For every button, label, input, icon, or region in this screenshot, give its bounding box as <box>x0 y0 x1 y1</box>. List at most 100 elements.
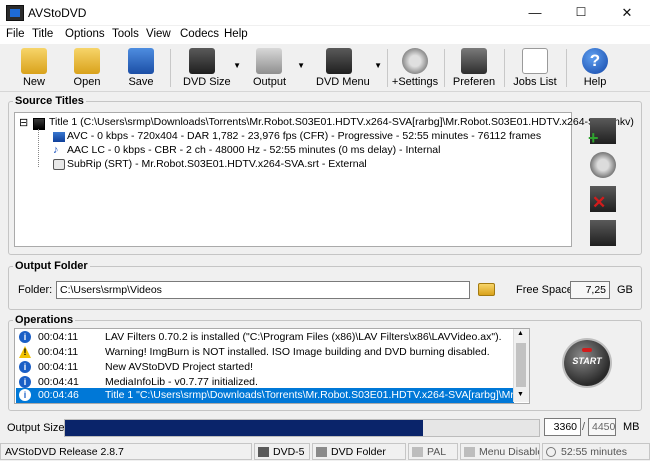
status-duration: 52:55 minutes <box>542 443 650 460</box>
status-menu: Menu Disabled <box>460 443 540 460</box>
browse-folder-button[interactable] <box>478 283 495 296</box>
dvd-size-button[interactable]: ▼ DVD Size <box>175 45 243 91</box>
chevron-down-icon: ▼ <box>233 61 241 70</box>
log-row-selected[interactable]: i 00:04:46 Title 1 "C:\Users\srmp\Downlo… <box>16 388 529 403</box>
menu-help[interactable]: Help <box>224 28 248 40</box>
status-video-standard: PAL <box>408 443 458 460</box>
tree-title-item[interactable]: Title 1 (C:\Users\srmp\Downloads\Torrent… <box>49 116 634 128</box>
menu-icon <box>464 447 475 457</box>
plus-icon: + <box>588 128 599 148</box>
free-space-value: 7,25 <box>570 281 610 299</box>
menu-tools[interactable]: Tools <box>112 28 139 40</box>
output-button[interactable]: ▼ Output <box>245 45 307 91</box>
info-icon: i <box>19 331 31 343</box>
info-icon: i <box>19 361 31 373</box>
scroll-thumb[interactable] <box>516 343 526 387</box>
dvd-size-icon <box>189 48 215 74</box>
tree-connector <box>38 129 40 167</box>
folder-drive-icon <box>316 447 327 457</box>
log-row: i 00:04:11 New AVStoDVD Project started! <box>16 360 514 375</box>
toolbar-separator <box>504 49 505 87</box>
new-button[interactable]: New <box>12 45 56 91</box>
remove-title-button[interactable]: ✕ <box>590 186 616 212</box>
dvd-menu-icon <box>326 48 352 74</box>
toolbar-separator <box>170 49 171 87</box>
toolbar: New Open Save ▼ DVD Size ▼ Output ▼ DVD … <box>0 45 650 92</box>
menu-file[interactable]: File <box>6 28 25 40</box>
warning-icon: ! <box>19 346 31 358</box>
tv-icon <box>412 447 423 457</box>
tree-subtitle-item[interactable]: SubRip (SRT) - Mr.Robot.S03E01.HDTV.x264… <box>67 158 367 170</box>
source-titles-label: Source Titles <box>13 95 86 107</box>
help-button[interactable]: ? Help <box>572 45 618 91</box>
output-size-fill <box>65 420 423 436</box>
output-size-bar <box>64 419 540 437</box>
operations-log[interactable]: i 00:04:11 LAV Filters 0.70.2 is install… <box>14 328 530 404</box>
preferences-button[interactable]: Preferen <box>448 45 500 91</box>
title-bar: AVStoDVD — ☐ ✕ <box>0 0 650 25</box>
toolbar-separator <box>444 49 445 87</box>
tree-expander-icon[interactable]: ⊟ <box>19 116 28 129</box>
title-settings-button[interactable] <box>590 152 616 178</box>
start-button[interactable]: START <box>564 340 610 386</box>
status-release: AVStoDVD Release 2.8.7 <box>0 443 252 460</box>
start-label: START <box>572 356 602 366</box>
scroll-down-icon[interactable]: ▼ <box>517 391 524 398</box>
video-track-icon <box>53 132 65 142</box>
scroll-up-icon[interactable]: ▲ <box>517 330 524 337</box>
save-button[interactable]: Save <box>119 45 163 91</box>
minimize-button[interactable]: — <box>512 0 558 25</box>
info-icon: i <box>19 389 31 401</box>
output-drive-icon <box>256 48 282 74</box>
log-row: i 00:04:11 LAV Filters 0.70.2 is install… <box>16 330 514 345</box>
free-space-unit: GB <box>617 284 633 296</box>
tree-video-item[interactable]: AVC - 0 kbps - 720x404 - DAR 1,782 - 23,… <box>67 130 541 142</box>
app-icon <box>6 5 24 21</box>
log-row: ! 00:04:11 Warning! ImgBurn is NOT insta… <box>16 345 514 360</box>
new-folder-icon <box>21 48 47 74</box>
open-folder-icon <box>74 48 100 74</box>
chevron-down-icon: ▼ <box>374 61 382 70</box>
menu-title[interactable]: Title <box>32 28 53 40</box>
maximize-button[interactable]: ☐ <box>558 0 604 25</box>
output-size-used: 3360 <box>544 418 581 436</box>
size-divider: / <box>582 421 586 433</box>
clock-icon <box>546 447 556 457</box>
jobs-list-button[interactable]: Jobs List <box>508 45 562 91</box>
preview-title-button[interactable] <box>590 220 616 246</box>
record-dot-icon <box>582 348 592 352</box>
menu-codecs[interactable]: Codecs <box>180 28 219 40</box>
menu-options[interactable]: Options <box>65 28 105 40</box>
output-size-label: Output Size <box>7 422 65 434</box>
help-icon: ? <box>582 48 608 74</box>
tree-audio-item[interactable]: AAC LC - 0 kbps - CBR - 2 ch - 48000 Hz … <box>67 144 440 156</box>
info-icon: i <box>19 376 31 388</box>
toolbar-separator <box>566 49 567 87</box>
folder-path-input[interactable]: C:\Users\srmp\Videos <box>56 281 470 299</box>
folder-label: Folder: <box>18 284 53 296</box>
dvd-icon <box>258 447 269 457</box>
log-scrollbar[interactable]: ▲ ▼ <box>513 329 529 402</box>
preferences-icon <box>461 48 487 74</box>
close-button[interactable]: ✕ <box>604 0 650 25</box>
remove-x-icon: ✕ <box>592 193 607 212</box>
status-output-type: DVD Folder <box>312 443 406 460</box>
chevron-down-icon: ▼ <box>297 61 305 70</box>
jobs-list-icon <box>522 48 548 74</box>
output-size-total: 4450 <box>588 418 616 436</box>
save-disk-icon <box>128 48 154 74</box>
operations-label: Operations <box>13 314 76 326</box>
menu-view[interactable]: View <box>146 28 171 40</box>
output-size-unit: MB <box>623 421 640 433</box>
settings-button[interactable]: +Settings <box>391 45 439 91</box>
dvd-menu-button[interactable]: ▼ DVD Menu <box>312 45 384 91</box>
open-button[interactable]: Open <box>65 45 109 91</box>
source-titles-tree[interactable]: ⊟ Title 1 (C:\Users\srmp\Downloads\Torre… <box>14 112 634 247</box>
status-dvd-type: DVD-5 <box>254 443 310 460</box>
add-title-button[interactable]: + <box>588 118 616 148</box>
menu-bar: File Title Options Tools View Codecs Hel… <box>0 26 650 44</box>
audio-note-icon: ♪ <box>53 144 59 156</box>
free-space-label: Free Space: <box>516 284 576 296</box>
window-title: AVStoDVD <box>28 6 87 20</box>
output-folder-label: Output Folder <box>13 260 90 272</box>
